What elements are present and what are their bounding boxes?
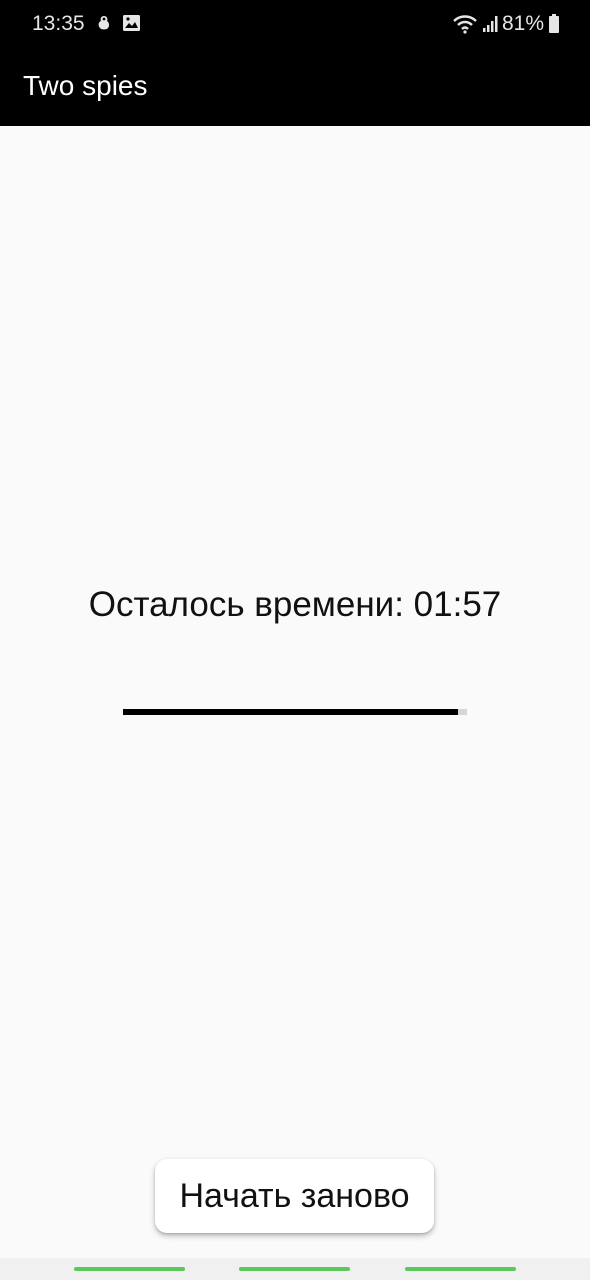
tamagotchi-icon — [98, 16, 110, 30]
wifi-icon — [453, 15, 477, 34]
navigation-bar — [0, 1258, 590, 1280]
status-bar: 13:35 81% — [0, 0, 590, 50]
image-icon — [123, 15, 140, 31]
battery-icon — [549, 14, 559, 33]
time-remaining-text: Осталось времени: 01:57 — [88, 585, 502, 624]
app-title: Two spies — [23, 70, 148, 101]
nav-pill-left[interactable] — [74, 1267, 185, 1271]
time-progress-bar — [123, 709, 467, 715]
app-bar: Two spies — [0, 50, 590, 126]
status-time: 13:35 — [32, 12, 85, 35]
nav-pill-right[interactable] — [405, 1267, 516, 1271]
signal-icon — [482, 16, 498, 32]
status-right-group: 81% — [452, 12, 560, 36]
battery-percent: 81% — [501, 12, 544, 35]
nav-pill-center[interactable] — [239, 1267, 350, 1271]
restart-button[interactable]: Начать заново — [155, 1159, 434, 1233]
time-progress-fill — [123, 709, 459, 715]
